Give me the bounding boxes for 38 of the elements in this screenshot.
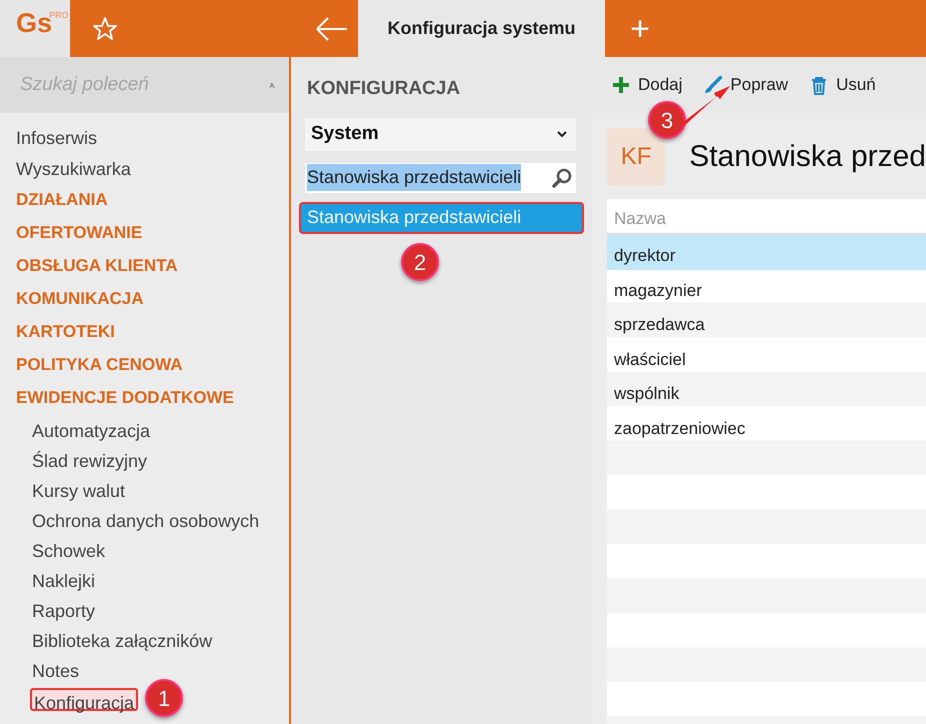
- menu-item[interactable]: Automatyzacja: [32, 418, 150, 441]
- menu-item[interactable]: Biblioteka załączników: [32, 628, 212, 651]
- menu-item[interactable]: Naklejki: [32, 568, 96, 591]
- trash-icon: [810, 76, 828, 94]
- brush-icon: [704, 76, 722, 94]
- toolbar-button[interactable]: Usuń: [810, 72, 876, 98]
- callout-marker: 1: [145, 679, 183, 717]
- callout-marker: 2: [401, 243, 439, 281]
- page-title: Stanowiska przed: [689, 139, 926, 175]
- tab[interactable]: Konfiguracja systemu: [358, 0, 605, 57]
- table-row[interactable]: wspólnik: [607, 373, 926, 408]
- annotation-arrow-icon: [680, 83, 732, 129]
- section-title: KONFIGURACJA: [307, 77, 462, 101]
- star-icon: [92, 16, 118, 41]
- initials-tile: KF: [607, 128, 666, 185]
- toolbar-button[interactable]: Popraw: [704, 72, 788, 98]
- menu-item[interactable]: Raporty: [32, 598, 96, 621]
- chevron-down-icon: [556, 129, 568, 139]
- filter-field[interactable]: Stanowiska przedstawicieli: [305, 162, 576, 192]
- table-row[interactable]: właściciel: [607, 338, 926, 373]
- search-icon: [551, 167, 572, 188]
- table-row[interactable]: sprzedawca: [607, 304, 926, 338]
- menu-item[interactable]: Notes: [32, 658, 80, 681]
- menu-item[interactable]: Kursy walut: [32, 478, 126, 501]
- menu-item[interactable]: Konfiguracja: [30, 688, 138, 711]
- table-row[interactable]: zaopatrzeniowiec: [607, 408, 926, 442]
- select-value: System: [311, 122, 379, 146]
- toolbar-button[interactable]: Dodaj: [612, 72, 682, 98]
- menu-item[interactable]: Infoserwis: [16, 125, 98, 148]
- menu-item[interactable]: Ślad rewizyjny: [32, 448, 148, 471]
- category-select[interactable]: System: [305, 118, 576, 150]
- menu-item[interactable]: Ochrona danych osobowych: [32, 508, 260, 531]
- back-arrow-icon: [314, 16, 348, 42]
- table-row[interactable]: dyrektor: [607, 235, 926, 270]
- plus-icon: [612, 76, 630, 94]
- menu-item[interactable]: Wyszukiwarka: [16, 156, 131, 179]
- table-row[interactable]: magazynier: [607, 270, 926, 304]
- menu-item[interactable]: Schowek: [32, 538, 106, 561]
